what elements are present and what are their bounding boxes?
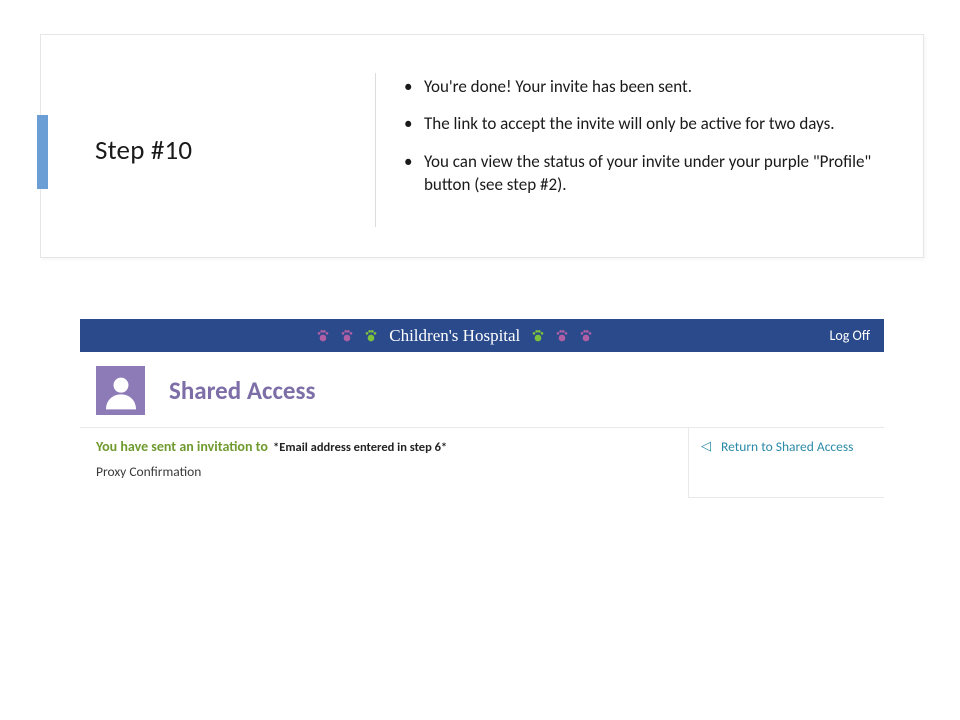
- card-accent-bar: [37, 115, 48, 189]
- logoff-link[interactable]: Log Off: [830, 327, 870, 344]
- section-header: Shared Access: [80, 352, 884, 427]
- confirmation-left: You have sent an invitation to *Email ad…: [80, 428, 688, 498]
- step-bullet: You can view the status of your invite u…: [396, 150, 895, 197]
- invite-line: You have sent an invitation to *Email ad…: [96, 438, 676, 455]
- handprint-icon: [363, 328, 379, 344]
- card-right: You're done! Your invite has been sent. …: [396, 73, 895, 227]
- portal-panel: Children's Hospital Log Off Shared Acces…: [80, 319, 884, 498]
- handprint-icon: [339, 328, 355, 344]
- hospital-title: Children's Hospital: [389, 326, 520, 346]
- step-bullet-list: You're done! Your invite has been sent. …: [396, 75, 895, 197]
- triangle-left-icon: ◁: [701, 439, 711, 454]
- invite-email-placeholder: *Email address entered in step 6*: [273, 440, 447, 455]
- handprint-icon: [554, 328, 570, 344]
- invite-prefix: You have sent an invitation to: [96, 438, 268, 455]
- header-center: Children's Hospital: [80, 326, 830, 346]
- card-left: Step #10: [95, 73, 375, 227]
- portal-header: Children's Hospital Log Off: [80, 319, 884, 352]
- section-title: Shared Access: [169, 375, 315, 406]
- avatar-icon: [96, 366, 145, 415]
- return-to-shared-access-link[interactable]: Return to Shared Access: [721, 438, 853, 456]
- confirmation-row: You have sent an invitation to *Email ad…: [80, 427, 884, 498]
- card-inner: Step #10 You're done! Your invite has be…: [41, 35, 923, 257]
- step-bullet: You're done! Your invite has been sent.: [396, 75, 895, 98]
- return-box: ◁ Return to Shared Access: [688, 428, 884, 498]
- step-bullet: The link to accept the invite will only …: [396, 112, 895, 135]
- card-divider: [375, 73, 376, 227]
- step-card: Step #10 You're done! Your invite has be…: [40, 34, 924, 258]
- step-title: Step #10: [95, 134, 192, 167]
- handprint-icon: [530, 328, 546, 344]
- proxy-confirmation-label: Proxy Confirmation: [96, 463, 676, 480]
- handprint-icon: [578, 328, 594, 344]
- handprint-icon: [315, 328, 331, 344]
